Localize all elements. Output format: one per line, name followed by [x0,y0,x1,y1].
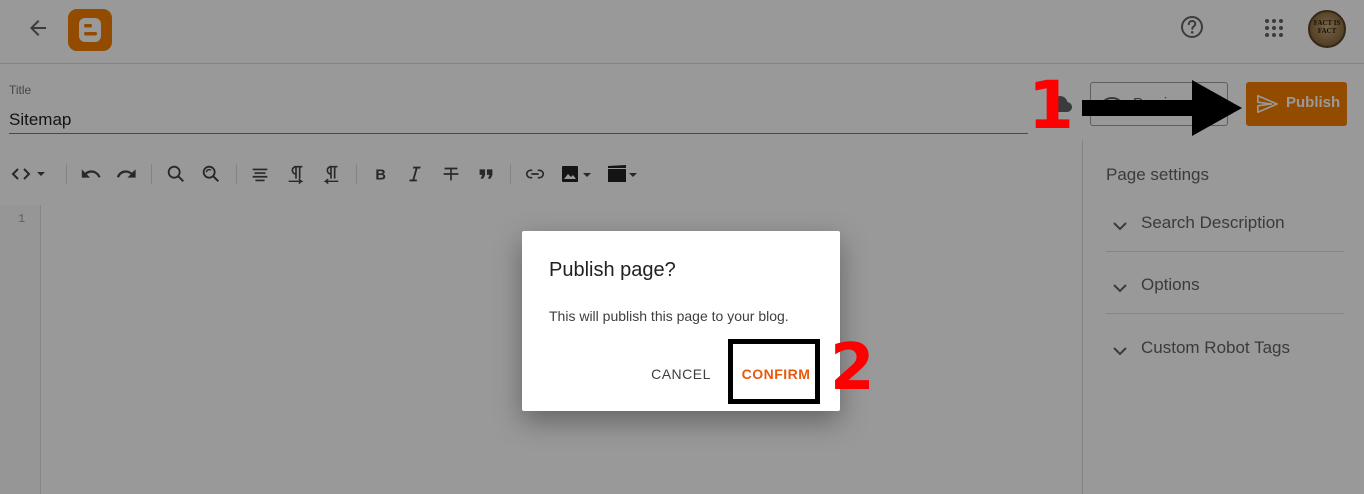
annotation-arrow-icon [1082,80,1242,136]
annotation-step-1: 1 [1028,67,1074,144]
dialog-title: Publish page? [549,259,676,281]
cancel-button[interactable]: CANCEL [646,359,716,389]
annotation-highlight-box [728,339,820,404]
annotation-step-2: 2 [830,331,875,405]
dialog-message: This will publish this page to your blog… [549,308,789,324]
blogger-page-editor: FACT IS FACT Title Sitemap Preview Publi… [0,0,1364,494]
